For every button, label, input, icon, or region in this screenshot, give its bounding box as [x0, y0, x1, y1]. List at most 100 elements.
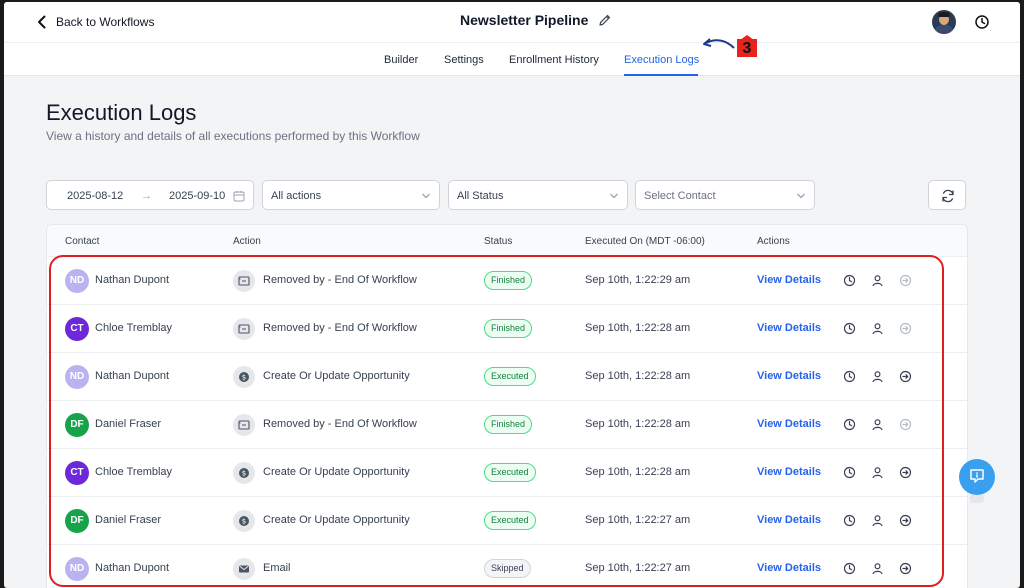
contact-avatar: CT [65, 317, 89, 341]
contact-name[interactable]: Daniel Fraser [95, 418, 161, 430]
tab-bar: Builder Settings Enrollment History Exec… [4, 42, 1020, 76]
action-type-badge [233, 414, 255, 436]
view-details-link[interactable]: View Details [757, 370, 821, 382]
chevron-down-icon [797, 193, 805, 199]
remove-workflow-icon [238, 420, 250, 430]
contact-name[interactable]: Chloe Tremblay [95, 322, 172, 334]
action-name: Removed by - End Of Workflow [263, 274, 417, 286]
tab-execution-logs[interactable]: Execution Logs [624, 54, 699, 66]
history-icon[interactable] [974, 14, 990, 30]
exit-workflow-icon[interactable] [899, 322, 912, 335]
view-details-link[interactable]: View Details [757, 466, 821, 478]
tab-settings[interactable]: Settings [444, 54, 484, 66]
view-details-link[interactable]: View Details [757, 274, 821, 286]
table-row: CT Chloe Tremblay Removed by - End Of Work… [47, 305, 967, 353]
contact-name[interactable]: Nathan Dupont [95, 562, 169, 574]
tab-enrollment-history[interactable]: Enrollment History [509, 54, 599, 66]
user-icon[interactable] [871, 370, 884, 383]
action-name: Removed by - End Of Workflow [263, 418, 417, 430]
table-row: ND Nathan Dupont Email Skipped Sep 10th, 1:2… [47, 545, 967, 588]
svg-text:$: $ [242, 374, 246, 382]
status-badge: Executed [484, 511, 536, 530]
action-filter-select[interactable]: All actions [262, 180, 440, 210]
contact-name[interactable]: Nathan Dupont [95, 370, 169, 382]
dollar-icon: $ [239, 372, 249, 382]
contact-name[interactable]: Daniel Fraser [95, 514, 161, 526]
date-range-picker[interactable]: 2025-08-12 → 2025-09-10 [46, 180, 254, 210]
back-label: Back to Workflows [56, 15, 155, 29]
tab-builder[interactable]: Builder [384, 54, 418, 66]
execution-logs-table: Contact Action Status Executed On (MDT -… [46, 224, 968, 588]
exit-workflow-icon[interactable] [899, 466, 912, 479]
page-title: Execution Logs [46, 100, 197, 125]
history-icon[interactable] [843, 418, 856, 431]
action-type-badge: $ [233, 510, 255, 532]
help-chat-button[interactable] [959, 459, 995, 495]
action-name: Create Or Update Opportunity [263, 514, 410, 526]
column-header-action: Action [233, 236, 261, 247]
user-icon[interactable] [871, 322, 884, 335]
chat-info-icon [970, 469, 984, 483]
exit-workflow-icon[interactable] [899, 418, 912, 431]
user-avatar[interactable] [932, 10, 956, 34]
table-row: DF Daniel Fraser Removed by - End Of Workf… [47, 401, 967, 449]
action-name: Email [263, 562, 291, 574]
user-icon[interactable] [871, 562, 884, 575]
exit-workflow-icon[interactable] [899, 562, 912, 575]
view-details-link[interactable]: View Details [757, 322, 821, 334]
table-header: Contact Action Status Executed On (MDT -… [47, 225, 967, 257]
status-badge: Finished [484, 319, 533, 338]
history-icon[interactable] [843, 466, 856, 479]
user-icon[interactable] [871, 466, 884, 479]
annotation-step-badge: 3 [735, 35, 759, 57]
back-to-workflows-link[interactable]: Back to Workflows [34, 14, 154, 30]
executed-on: Sep 10th, 1:22:29 am [585, 274, 691, 286]
column-header-executed-on: Executed On (MDT -06:00) [585, 236, 705, 247]
action-type-badge [233, 318, 255, 340]
action-type-badge [233, 270, 255, 292]
history-icon[interactable] [843, 274, 856, 287]
executed-on: Sep 10th, 1:22:28 am [585, 322, 691, 334]
table-row: ND Nathan Dupont Removed by - End Of Workf… [47, 257, 967, 305]
contact-avatar: ND [65, 557, 89, 581]
view-details-link[interactable]: View Details [757, 514, 821, 526]
user-icon[interactable] [871, 514, 884, 527]
exit-workflow-icon[interactable] [899, 370, 912, 383]
exit-workflow-icon[interactable] [899, 514, 912, 527]
status-filter-select[interactable]: All Status [448, 180, 628, 210]
status-badge: Executed [484, 463, 536, 482]
view-details-link[interactable]: View Details [757, 562, 821, 574]
app-window: Back to Workflows Newsletter Pipeline Bu… [4, 2, 1020, 588]
action-type-badge [233, 558, 255, 580]
table-row: CT Chloe Tremblay $ Create Or Update Opport… [47, 449, 967, 497]
dollar-icon: $ [239, 468, 249, 478]
contact-name[interactable]: Chloe Tremblay [95, 466, 172, 478]
action-type-badge: $ [233, 462, 255, 484]
history-icon[interactable] [843, 322, 856, 335]
workflow-title-text: Newsletter Pipeline [460, 12, 589, 28]
help-tab [970, 495, 984, 503]
action-name: Create Or Update Opportunity [263, 466, 410, 478]
history-icon[interactable] [843, 370, 856, 383]
pencil-icon[interactable] [598, 13, 612, 27]
column-header-contact: Contact [65, 236, 100, 247]
user-icon[interactable] [871, 418, 884, 431]
history-icon[interactable] [843, 514, 856, 527]
column-header-status: Status [484, 236, 513, 247]
exit-workflow-icon[interactable] [899, 274, 912, 287]
contact-filter-select[interactable]: Select Contact [635, 180, 815, 210]
workflow-title: Newsletter Pipeline [460, 12, 612, 28]
refresh-button[interactable] [928, 180, 966, 210]
contact-name[interactable]: Nathan Dupont [95, 274, 169, 286]
executed-on: Sep 10th, 1:22:27 am [585, 562, 691, 574]
remove-workflow-icon [238, 324, 250, 334]
view-details-link[interactable]: View Details [757, 418, 821, 430]
user-icon[interactable] [871, 274, 884, 287]
action-filter-value: All actions [271, 190, 322, 202]
executed-on: Sep 10th, 1:22:28 am [585, 466, 691, 478]
column-header-actions: Actions [757, 236, 790, 247]
history-icon[interactable] [843, 562, 856, 575]
annotation-arrow-icon [703, 38, 735, 49]
contact-avatar: ND [65, 365, 89, 389]
contact-avatar: ND [65, 269, 89, 293]
